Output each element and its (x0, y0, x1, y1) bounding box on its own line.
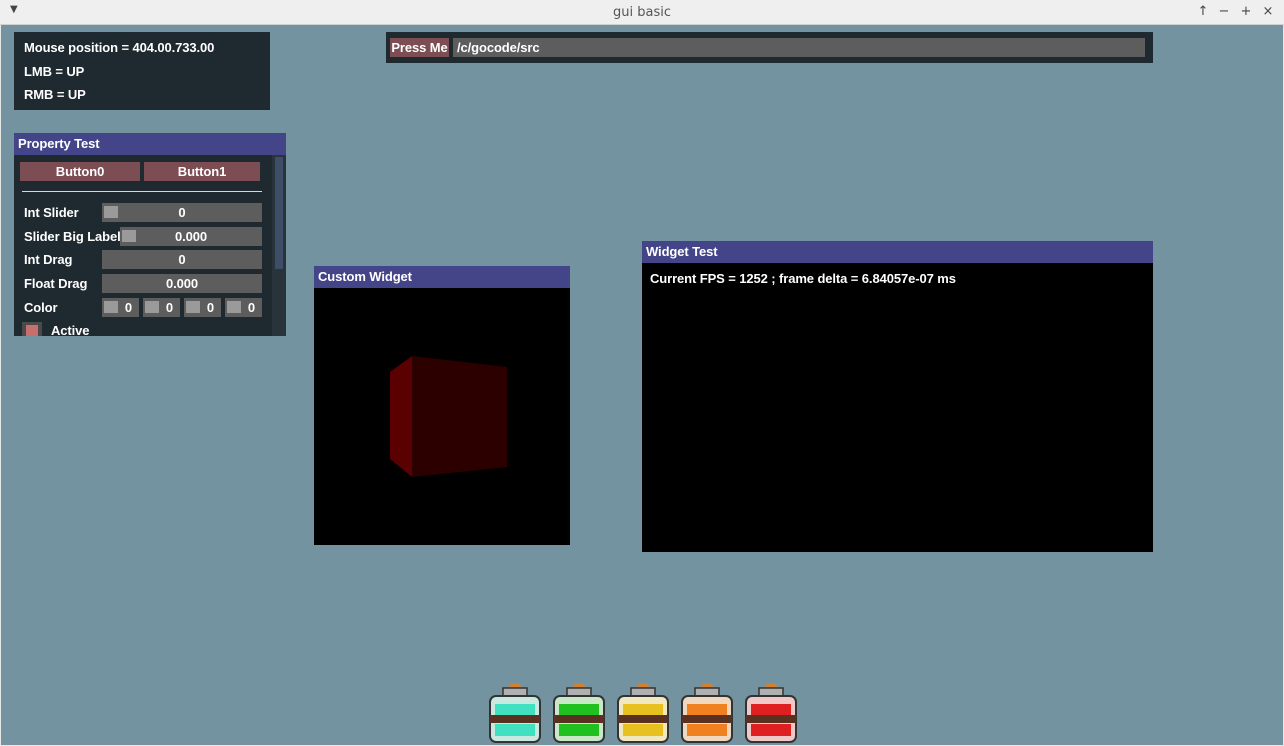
color-label: Color (24, 300, 58, 315)
color-a-knob[interactable] (227, 301, 241, 313)
color-b-value: 0 (206, 300, 215, 315)
active-checkbox-mark (26, 325, 38, 336)
window-maximize-icon[interactable]: + (1239, 4, 1253, 20)
slider-big-label: Slider Big Label (24, 229, 121, 244)
window-minimize-icon[interactable]: − (1217, 4, 1231, 20)
property-divider (22, 191, 262, 192)
color-b-knob[interactable] (186, 301, 200, 313)
mouse-position-text: Mouse position = 404.00.733.00 (24, 40, 215, 55)
custom-widget-panel: Custom Widget (314, 266, 570, 545)
property-scrollbar-thumb[interactable] (275, 157, 283, 269)
path-input[interactable]: /c/gocode/src (453, 38, 1145, 57)
rmb-status-text: RMB = UP (24, 87, 86, 102)
slider-big-slider[interactable]: 0.000 (120, 227, 262, 246)
color-a-slider[interactable]: 0 (225, 298, 262, 317)
top-toolbar: Press Me /c/gocode/src (386, 32, 1153, 63)
orange-jar-icon[interactable] (679, 682, 735, 744)
int-drag-label: Int Drag (24, 252, 73, 267)
color-g-value: 0 (165, 300, 174, 315)
cube-side-face (390, 356, 412, 477)
color-r-knob[interactable] (104, 301, 118, 313)
int-drag-value: 0 (178, 252, 186, 267)
color-g-knob[interactable] (145, 301, 159, 313)
window-titlebar: ▼ gui basic ↑ − + × (0, 0, 1284, 25)
int-drag-field[interactable]: 0 (102, 250, 262, 269)
int-slider[interactable]: 0 (102, 203, 262, 222)
widget-test-panel: Widget Test Current FPS = 1252 ; frame d… (642, 241, 1153, 552)
cube-render (390, 356, 507, 477)
color-g-slider[interactable]: 0 (143, 298, 180, 317)
press-me-button[interactable]: Press Me (390, 38, 449, 57)
property-scrollbar[interactable] (272, 155, 286, 336)
color-r-slider[interactable]: 0 (102, 298, 139, 317)
color-a-value: 0 (247, 300, 256, 315)
float-drag-label: Float Drag (24, 276, 88, 291)
lmb-status-text: LMB = UP (24, 64, 85, 79)
window-keep-above-icon[interactable]: ↑ (1196, 4, 1210, 20)
slider-big-knob[interactable] (122, 230, 136, 242)
property-test-title[interactable]: Property Test (14, 133, 286, 155)
property-test-panel: Property Test Button0 Button1 Int Slider… (14, 133, 286, 336)
int-slider-label: Int Slider (24, 205, 79, 220)
cube-front-face (412, 356, 507, 477)
cyan-jar-icon[interactable] (487, 682, 543, 744)
int-slider-value: 0 (178, 205, 186, 220)
active-checkbox[interactable] (22, 322, 42, 336)
fps-text: Current FPS = 1252 ; frame delta = 6.840… (650, 271, 956, 286)
window-close-icon[interactable]: × (1261, 4, 1275, 20)
float-drag-value: 0.000 (165, 276, 199, 291)
mouse-info-panel: Mouse position = 404.00.733.00 LMB = UP … (14, 32, 270, 110)
red-jar-icon[interactable] (743, 682, 799, 744)
green-jar-icon[interactable] (551, 682, 607, 744)
slider-big-value: 0.000 (174, 229, 208, 244)
int-slider-knob[interactable] (104, 206, 118, 218)
widget-test-title[interactable]: Widget Test (642, 241, 1153, 263)
float-drag-field[interactable]: 0.000 (102, 274, 262, 293)
window-title: gui basic (613, 5, 671, 20)
color-r-value: 0 (124, 300, 133, 315)
yellow-jar-icon[interactable] (615, 682, 671, 744)
active-label: Active (51, 323, 90, 336)
button0[interactable]: Button0 (20, 162, 140, 181)
color-b-slider[interactable]: 0 (184, 298, 221, 317)
button1[interactable]: Button1 (144, 162, 260, 181)
